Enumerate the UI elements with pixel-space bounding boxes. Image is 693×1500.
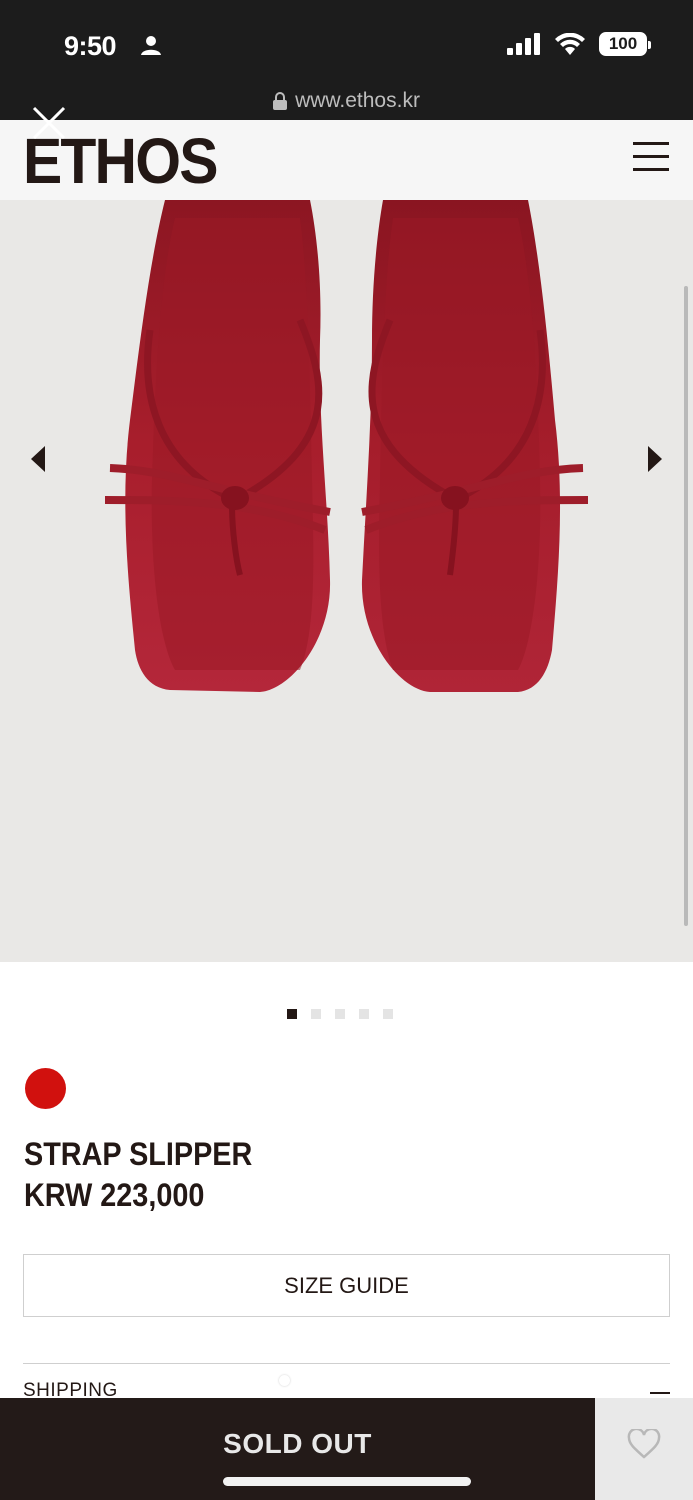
pagination-dot[interactable]: [383, 1009, 393, 1019]
menu-button[interactable]: [633, 142, 671, 174]
status-icons: 100: [507, 32, 651, 56]
size-guide-button[interactable]: SIZE GUIDE: [23, 1254, 670, 1317]
home-indicator: [223, 1477, 471, 1486]
product-price: KRW 223,000: [24, 1177, 205, 1213]
close-icon[interactable]: [30, 104, 68, 142]
color-swatch[interactable]: [25, 1068, 66, 1109]
site-header: ETHOS: [0, 120, 693, 200]
product-image: [104, 200, 589, 692]
product-image-gallery[interactable]: [0, 200, 693, 962]
product-name: STRAP SLIPPER: [24, 1136, 253, 1172]
shipping-accordion[interactable]: SHIPPING: [23, 1380, 670, 1398]
lock-icon: [273, 92, 288, 110]
person-icon: [141, 36, 161, 55]
image-pagination: [287, 1009, 393, 1019]
status-time: 9:50: [64, 31, 117, 61]
wishlist-button[interactable]: [595, 1398, 693, 1500]
url-text: www.ethos.kr: [295, 89, 420, 112]
pagination-dot[interactable]: [359, 1009, 369, 1019]
page-indicator-dot: [279, 1375, 290, 1386]
pagination-dot-active[interactable]: [287, 1009, 297, 1019]
shipping-label: SHIPPING: [23, 1380, 118, 1398]
url-bar[interactable]: www.ethos.kr: [0, 89, 693, 120]
scrollbar[interactable]: [684, 286, 688, 926]
menu-icon-line: [633, 142, 669, 145]
menu-icon-line: [633, 168, 669, 171]
pagination-dot[interactable]: [311, 1009, 321, 1019]
pagination-dot[interactable]: [335, 1009, 345, 1019]
previous-image-arrow-icon[interactable]: [25, 444, 53, 474]
heart-icon: [627, 1429, 661, 1459]
divider: [23, 1363, 670, 1364]
next-image-arrow-icon[interactable]: [640, 444, 668, 474]
collapse-icon[interactable]: [650, 1392, 670, 1394]
battery-icon: 100: [599, 32, 651, 56]
wifi-icon: [555, 33, 585, 55]
menu-icon-line: [633, 155, 669, 158]
signal-icon: [507, 33, 540, 55]
status-bar: 9:50 100: [0, 0, 693, 90]
